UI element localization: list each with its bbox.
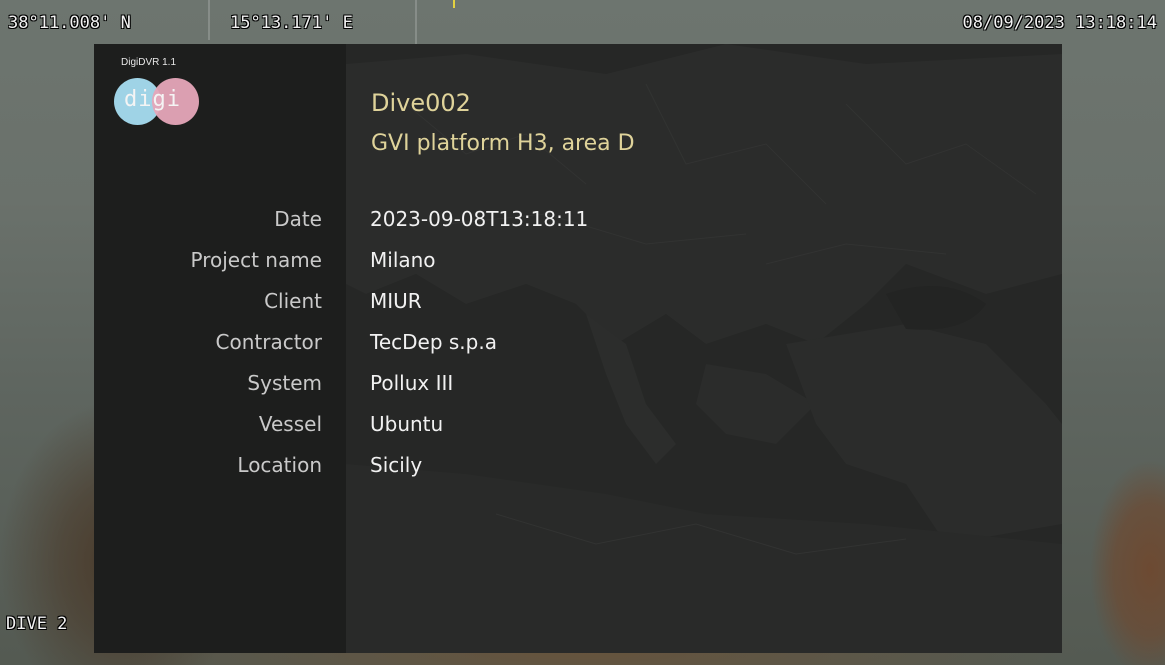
video-streak <box>415 0 417 44</box>
detail-value: 2023-09-08T13:18:11 <box>370 207 589 231</box>
dive-name: Dive002 <box>371 89 471 117</box>
datetime-readout: 08/09/2023 13:18:14 <box>962 13 1157 33</box>
detail-value: Pollux III <box>370 371 454 395</box>
detail-row-vessel: Vessel Ubuntu <box>94 412 1062 453</box>
longitude-readout: 15°13.171' E <box>230 13 353 33</box>
detail-row-contractor: Contractor TecDep s.p.a <box>94 330 1062 371</box>
detail-row-client: Client MIUR <box>94 289 1062 330</box>
detail-value: Milano <box>370 248 436 272</box>
detail-row-system: System Pollux III <box>94 371 1062 412</box>
detail-row-date: Date 2023-09-08T13:18:11 <box>94 207 1062 248</box>
detail-label: Project name <box>190 248 322 272</box>
logo-text: digi <box>124 87 181 112</box>
video-streak <box>453 0 455 8</box>
video-streak <box>208 0 210 40</box>
detail-row-location: Location Sicily <box>94 453 1062 494</box>
dive-titles: Dive002 GVI platform H3, area D <box>371 85 635 162</box>
detail-label: Contractor <box>215 330 323 354</box>
dive-info-overlay: DigiDVR 1.1 digi Dive002 GVI platform H3… <box>94 44 1062 653</box>
digi-logo: digi <box>114 78 202 128</box>
app-version-label: DigiDVR 1.1 <box>121 57 177 68</box>
detail-label: Location <box>237 453 322 477</box>
detail-value: TecDep s.p.a <box>370 330 497 354</box>
detail-value: MIUR <box>370 289 422 313</box>
detail-label: System <box>247 371 322 395</box>
detail-value: Sicily <box>370 453 423 477</box>
detail-label: Client <box>264 289 322 313</box>
detail-label: Vessel <box>258 412 322 436</box>
dive-site: GVI platform H3, area D <box>371 131 635 156</box>
dive-number-label: DIVE 2 <box>6 614 68 634</box>
detail-label: Date <box>274 207 322 231</box>
detail-value: Ubuntu <box>370 412 444 436</box>
detail-row-project-name: Project name Milano <box>94 248 1062 289</box>
latitude-readout: 38°11.008' N <box>8 13 131 33</box>
